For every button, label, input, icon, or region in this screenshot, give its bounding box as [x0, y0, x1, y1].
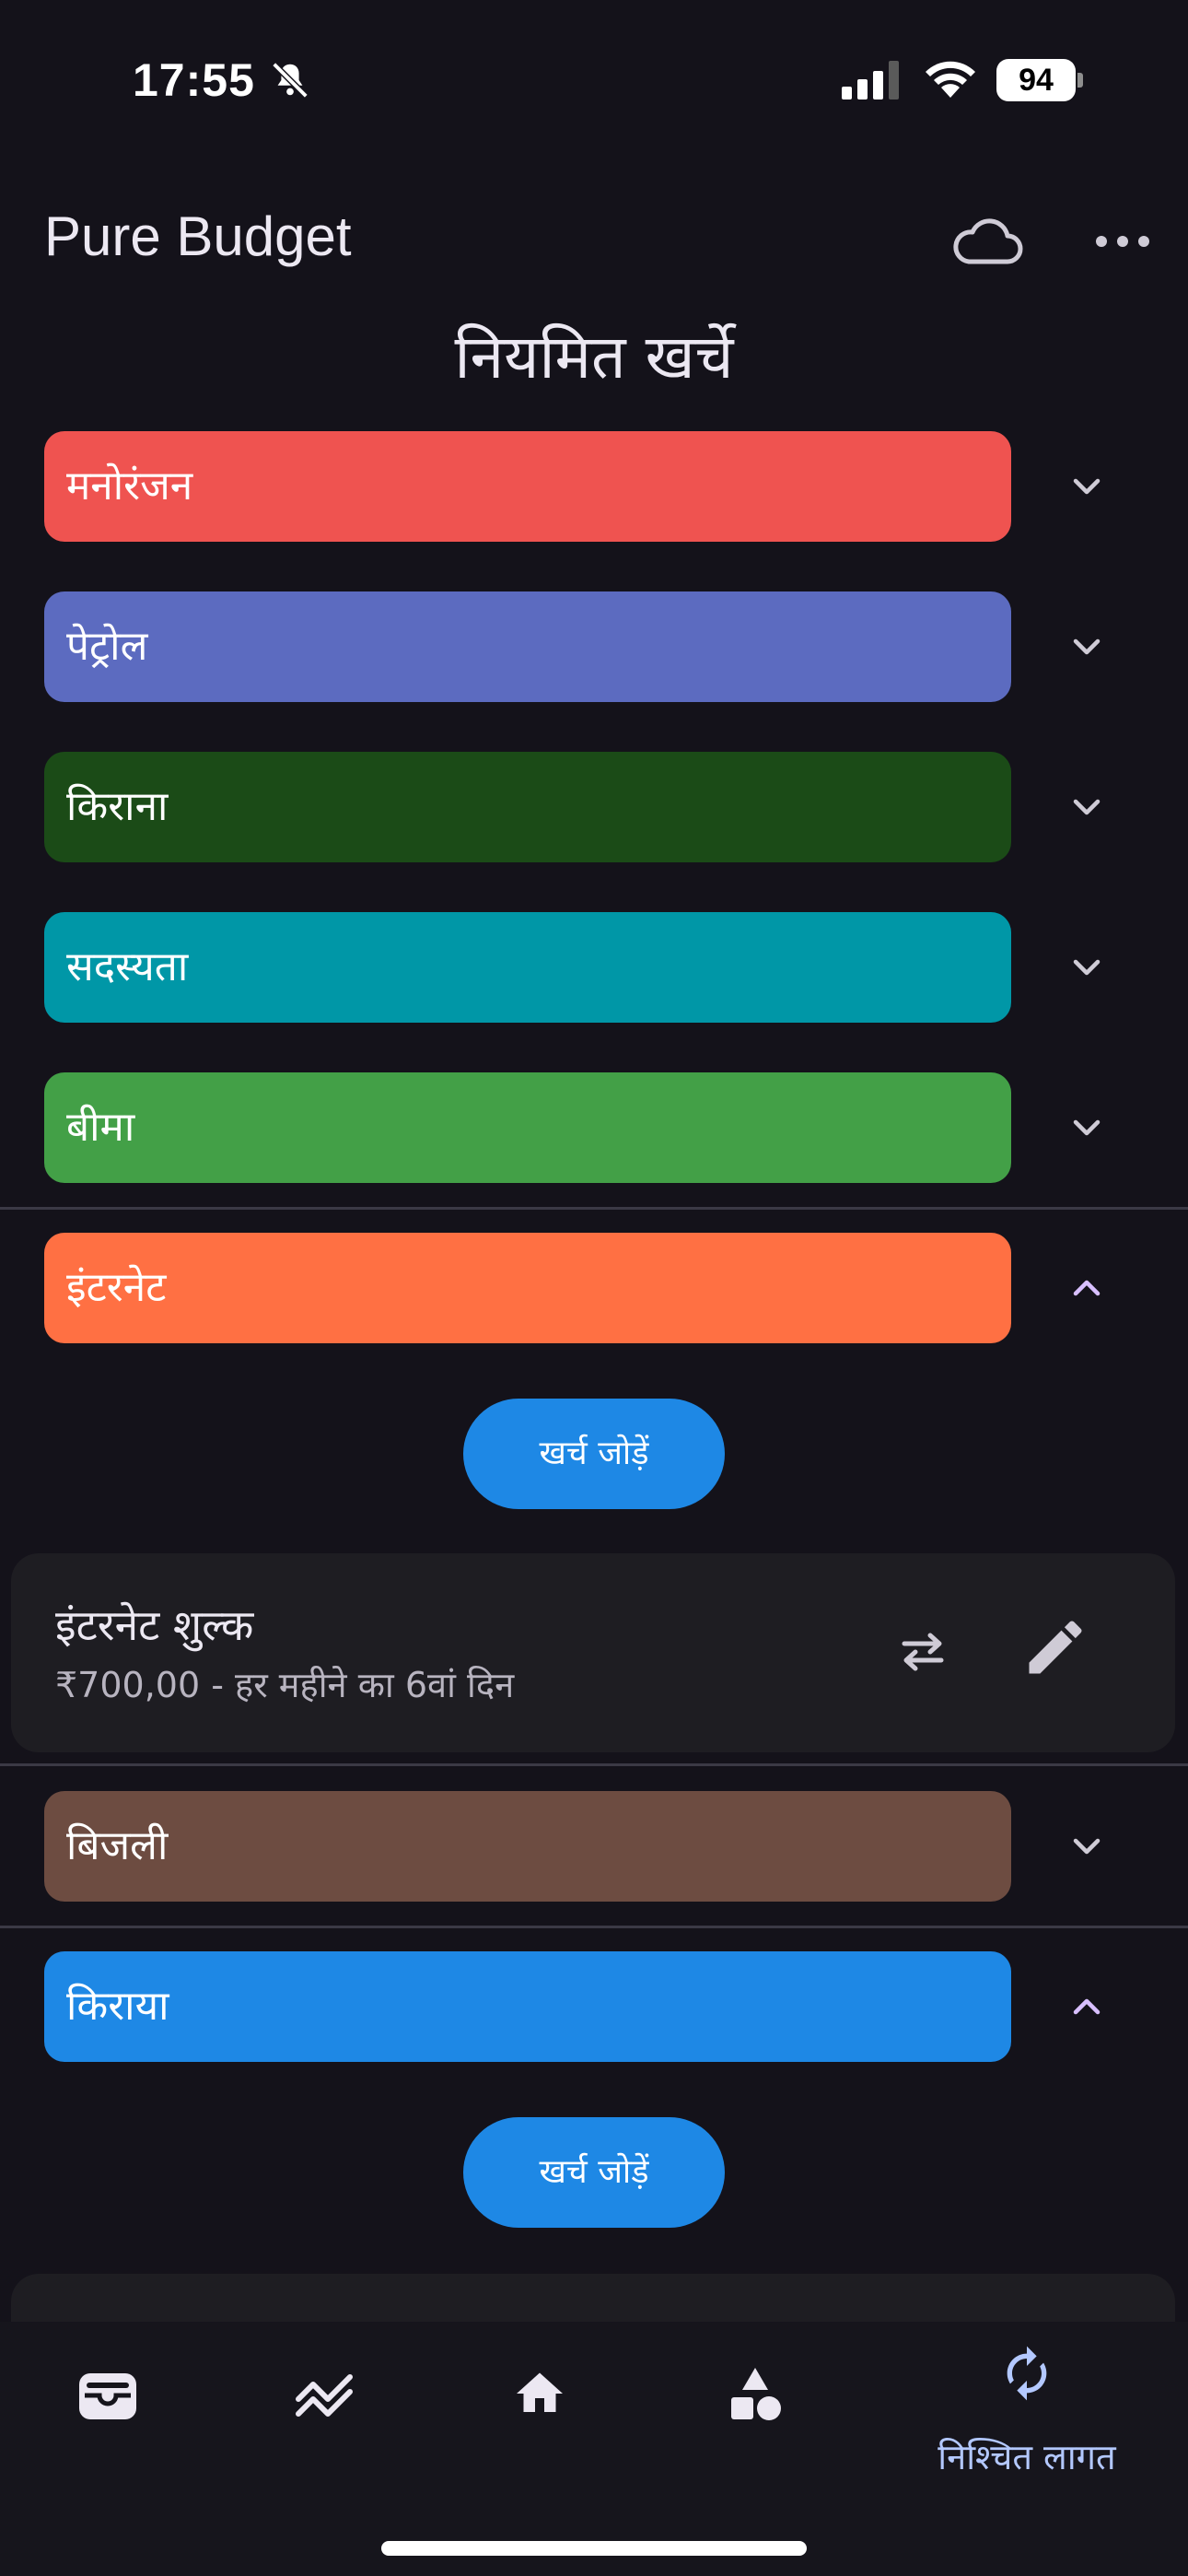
expense-card[interactable]: इंटरनेट शुल्क ₹700,00 - हर महीने का 6वां… — [11, 1553, 1175, 1752]
category-insurance[interactable]: बीमा — [44, 1072, 1011, 1183]
nav-item-fixed-costs[interactable]: निश्चित लागत — [912, 2322, 1142, 2477]
divider — [0, 1926, 1188, 1928]
home-icon — [517, 2372, 563, 2412]
cell-signal-icon — [842, 61, 899, 100]
chevron-down-icon[interactable] — [1059, 940, 1114, 995]
battery-tip — [1077, 73, 1083, 88]
expense-name: इंटरनेट शुल्क — [55, 1600, 254, 1650]
home-indicator[interactable] — [381, 2541, 807, 2556]
chevron-up-icon[interactable] — [1059, 1979, 1114, 2034]
category-entertainment[interactable]: मनोरंजन — [44, 431, 1011, 542]
divider — [0, 1763, 1188, 1766]
more-options-icon[interactable] — [1087, 214, 1159, 269]
recurring-icon — [1007, 2346, 1047, 2401]
nav-label-fixed-costs: निश्चित लागत — [938, 2437, 1116, 2477]
add-expense-button[interactable]: खर्च जोड़ें — [463, 1399, 725, 1509]
chevron-down-icon[interactable] — [1059, 619, 1114, 674]
nav-item-categories[interactable] — [707, 2322, 803, 2469]
wallet-icon — [79, 2373, 136, 2419]
move-expense-icon[interactable] — [886, 1620, 960, 1684]
category-electricity[interactable]: बिजली — [44, 1791, 1011, 1902]
category-internet[interactable]: इंटरनेट — [44, 1233, 1011, 1343]
category-groceries[interactable]: किराना — [44, 752, 1011, 862]
battery-level: 94 — [996, 59, 1076, 101]
edit-pencil-icon[interactable] — [1020, 1612, 1090, 1682]
categories-icon — [731, 2368, 781, 2420]
chevron-down-icon[interactable] — [1059, 459, 1114, 514]
nav-item-accounts[interactable] — [61, 2322, 157, 2469]
chevron-down-icon[interactable] — [1059, 1100, 1114, 1155]
category-subscriptions[interactable]: सदस्यता — [44, 912, 1011, 1023]
chevron-up-icon[interactable] — [1059, 1260, 1114, 1316]
chevron-down-icon[interactable] — [1059, 1819, 1114, 1874]
expense-detail: ₹700,00 - हर महीने का 6वां दिन — [55, 1665, 515, 1705]
nav-item-home[interactable] — [492, 2322, 588, 2469]
category-rent[interactable]: किराया — [44, 1951, 1011, 2062]
divider — [0, 1207, 1188, 1210]
wifi-icon — [926, 61, 975, 98]
status-bar: 17:55 94 — [0, 0, 1188, 157]
app-screen: 17:55 94 Pure Budget नियमित खर्चे मनोरंज… — [0, 0, 1188, 2576]
app-title: Pure Budget — [44, 205, 352, 267]
cloud-sync-icon[interactable] — [949, 210, 1026, 275]
status-time: 17:55 — [133, 54, 255, 106]
chevron-down-icon[interactable] — [1059, 779, 1114, 835]
battery-indicator: 94 — [996, 59, 1083, 101]
silent-bell-icon — [272, 62, 309, 99]
page-title: नियमित खर्चे — [454, 322, 734, 392]
nav-item-trends[interactable] — [276, 2322, 372, 2469]
trending-icon — [296, 2374, 353, 2417]
category-petrol[interactable]: पेट्रोल — [44, 591, 1011, 702]
bottom-navigation: निश्चित लागत — [0, 2322, 1188, 2576]
add-expense-button[interactable]: खर्च जोड़ें — [463, 2117, 725, 2228]
